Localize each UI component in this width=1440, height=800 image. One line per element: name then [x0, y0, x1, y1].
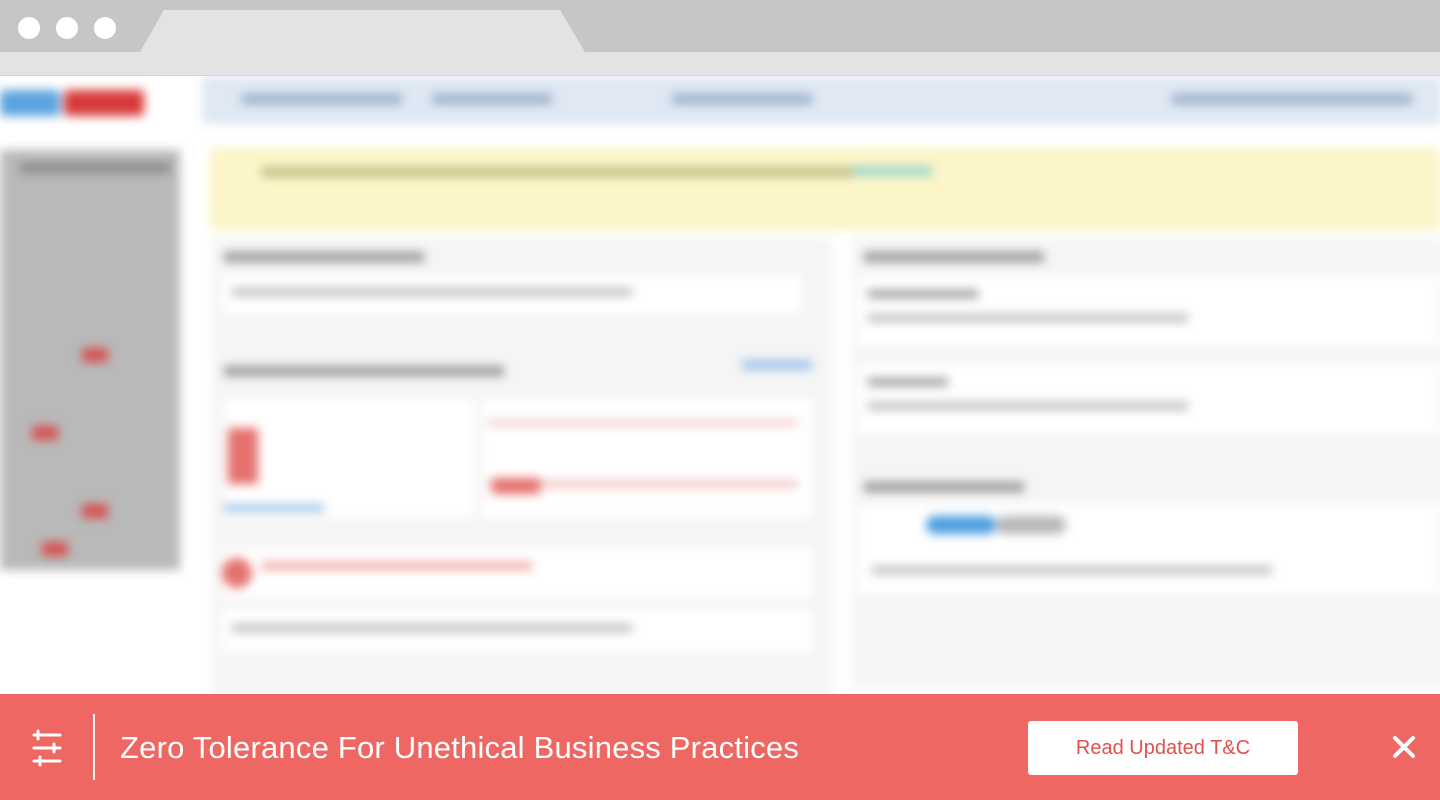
sliders-icon — [32, 729, 62, 767]
banner-divider — [93, 714, 95, 780]
banner-message: Zero Tolerance For Unethical Business Pr… — [120, 730, 800, 765]
blurred-content — [0, 76, 1440, 694]
close-icon[interactable] — [1390, 733, 1418, 761]
browser-tab[interactable] — [140, 10, 585, 52]
window-minimize-dot[interactable] — [56, 17, 78, 39]
window-maximize-dot[interactable] — [94, 17, 116, 39]
browser-title-bar — [0, 0, 1440, 52]
browser-toolbar — [0, 52, 1440, 76]
read-terms-button[interactable]: Read Updated T&C — [1028, 721, 1298, 775]
blurred-page — [0, 76, 1440, 694]
window-close-dot[interactable] — [18, 17, 40, 39]
